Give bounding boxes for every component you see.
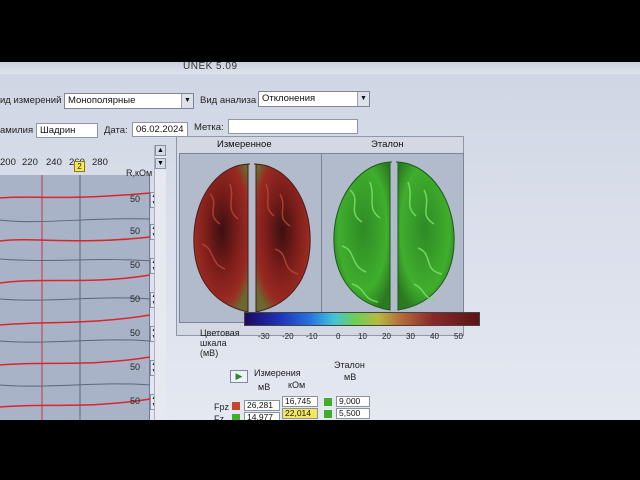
mv-value: 14,977: [247, 412, 273, 421]
trace: [0, 297, 151, 301]
name-label: амилия: [0, 125, 34, 136]
signal-traces: [0, 175, 151, 420]
scroll-down-icon[interactable]: ▼: [155, 158, 166, 169]
trace: [0, 218, 151, 223]
scale-label-3: (мВ): [200, 348, 219, 358]
scale-tick: 20: [382, 332, 391, 341]
tick-label: 240: [46, 157, 62, 168]
scale-tick: 40: [430, 332, 439, 341]
signal-plot[interactable]: [0, 175, 151, 420]
unit-kom-label: кОм: [288, 380, 306, 390]
time-marker[interactable]: 2: [74, 161, 85, 172]
scale-label-1: Цветовая: [200, 328, 240, 338]
name-value: Шадрин: [40, 125, 76, 136]
chevron-down-icon[interactable]: ▼: [357, 92, 369, 106]
measured-brain-image: [193, 163, 311, 313]
play-icon[interactable]: ▶: [230, 370, 248, 383]
plot-scrollbar[interactable]: ▲ ▼: [154, 145, 166, 420]
kom-value-field: 16,745: [282, 396, 318, 407]
reference-header: Эталон: [334, 360, 365, 370]
trace: [0, 398, 151, 408]
measurements-panel: ▶ Измерения Эталон мВ кОм мВ Fpz 26,281 …: [196, 358, 476, 420]
status-swatch: [324, 398, 332, 406]
scale-tick: -30: [258, 332, 270, 341]
title-bar: UNEK 5.09: [0, 62, 640, 74]
impedance-value: 50: [130, 362, 141, 372]
video-letterbox-bottom: [0, 420, 640, 480]
trace: [0, 314, 151, 326]
color-scale-bar: [244, 312, 480, 326]
impedance-value: 50: [130, 294, 141, 304]
trace: [0, 356, 151, 366]
tick-label: 200: [0, 157, 16, 168]
kom-value: 22,014: [285, 408, 311, 418]
channel-label: Fpz: [214, 402, 230, 412]
tick-label: 280: [92, 157, 108, 168]
tick-label: 220: [22, 157, 38, 168]
impedance-value: 50: [130, 194, 141, 204]
date-field[interactable]: 06.02.2024: [132, 122, 188, 137]
name-field[interactable]: Шадрин: [36, 123, 98, 138]
impedance-value: 50: [130, 226, 141, 236]
analysis-label: Вид анализа: [200, 95, 257, 106]
kom-value: 16,745: [285, 396, 311, 406]
measure-type-select[interactable]: Монополярные ▼: [64, 93, 194, 109]
impedance-unit-label: R,кОм: [126, 168, 153, 178]
scale-tick: 10: [358, 332, 367, 341]
video-letterbox-top: [0, 0, 640, 62]
ref-value: 5,500: [339, 408, 361, 418]
mark-label: Метка:: [194, 122, 224, 133]
scale-tick: 30: [406, 332, 415, 341]
measured-title: Измеренное: [217, 139, 272, 150]
color-scale: Цветовая шкала (мВ) -30 -20 -10 0 10 20 …: [196, 302, 496, 362]
status-swatch: [232, 402, 240, 410]
mv-value-field: 26,281: [244, 400, 280, 411]
trace: [0, 274, 151, 284]
scale-label-2: шкала: [200, 338, 227, 348]
measured-brain-map: [179, 153, 322, 323]
measure-type-value: Монополярные: [68, 95, 136, 106]
scale-tick: 50: [454, 332, 463, 341]
analysis-select[interactable]: Отклонения ▼: [258, 91, 370, 107]
trace: [0, 383, 151, 387]
measurements-header: Измерения: [254, 368, 301, 378]
ref-value: 9,000: [339, 396, 361, 406]
window-title: UNEK 5.09: [183, 62, 238, 72]
mark-field[interactable]: [228, 119, 358, 134]
impedance-value: 50: [130, 396, 141, 406]
app-window: UNEK 5.09 ид измерений Монополярные ▼ Ви…: [0, 62, 640, 420]
ref-value-field: 9,000: [336, 396, 370, 407]
reference-brain-image: [333, 161, 455, 311]
date-value: 06.02.2024: [136, 124, 184, 135]
trace: [0, 192, 151, 199]
scale-tick: -20: [282, 332, 294, 341]
trace: [0, 258, 151, 262]
date-label: Дата:: [104, 125, 128, 136]
toolbar-row: ид измерений Монополярные ▼ Вид анализа …: [0, 91, 640, 112]
mv-value-field: 14,977: [244, 412, 280, 420]
reference-brain-map: [321, 153, 464, 323]
reference-title: Эталон: [371, 139, 404, 150]
trace: [0, 236, 151, 242]
status-swatch: [324, 410, 332, 418]
mv-value: 26,281: [247, 400, 273, 410]
chevron-down-icon[interactable]: ▼: [181, 94, 193, 108]
scroll-up-icon[interactable]: ▲: [155, 145, 166, 156]
ref-unit-label: мВ: [344, 372, 357, 382]
scale-tick: 0: [336, 332, 341, 341]
unit-mv-label: мВ: [258, 382, 271, 392]
impedance-value: 50: [130, 328, 141, 338]
impedance-value: 50: [130, 260, 141, 270]
ref-value-field: 5,500: [336, 408, 370, 419]
trace: [0, 339, 151, 343]
scale-tick: -10: [306, 332, 318, 341]
analysis-value: Отклонения: [262, 93, 316, 104]
measure-type-label: ид измерений: [0, 95, 62, 106]
kom-value-field: 22,014: [282, 408, 318, 419]
